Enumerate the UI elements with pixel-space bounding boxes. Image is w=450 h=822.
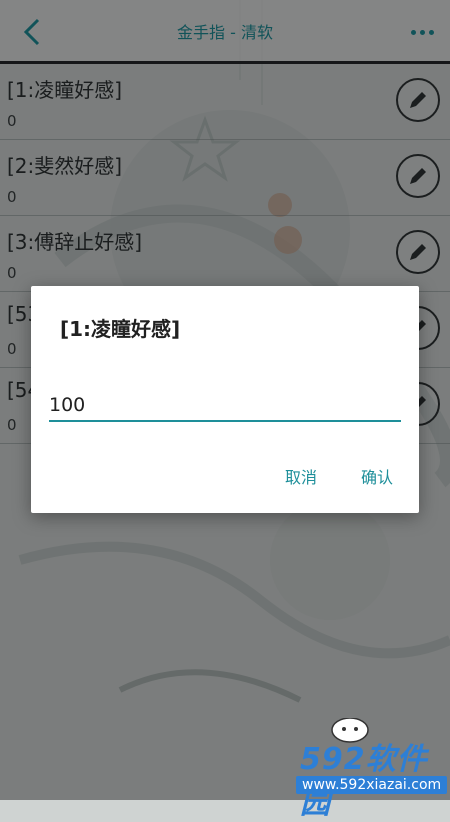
value-input[interactable]	[49, 390, 401, 422]
cancel-button[interactable]: 取消	[285, 464, 317, 488]
edit-value-dialog: [1:凌瞳好感] 取消 确认	[31, 286, 419, 513]
site-watermark: 592软件园 www.592xiazai.com	[250, 718, 450, 821]
dialog-actions: 取消 确认	[285, 464, 393, 488]
watermark-url: www.592xiazai.com	[296, 776, 448, 794]
confirm-button[interactable]: 确认	[361, 464, 393, 488]
dialog-title: [1:凌瞳好感]	[60, 317, 181, 341]
